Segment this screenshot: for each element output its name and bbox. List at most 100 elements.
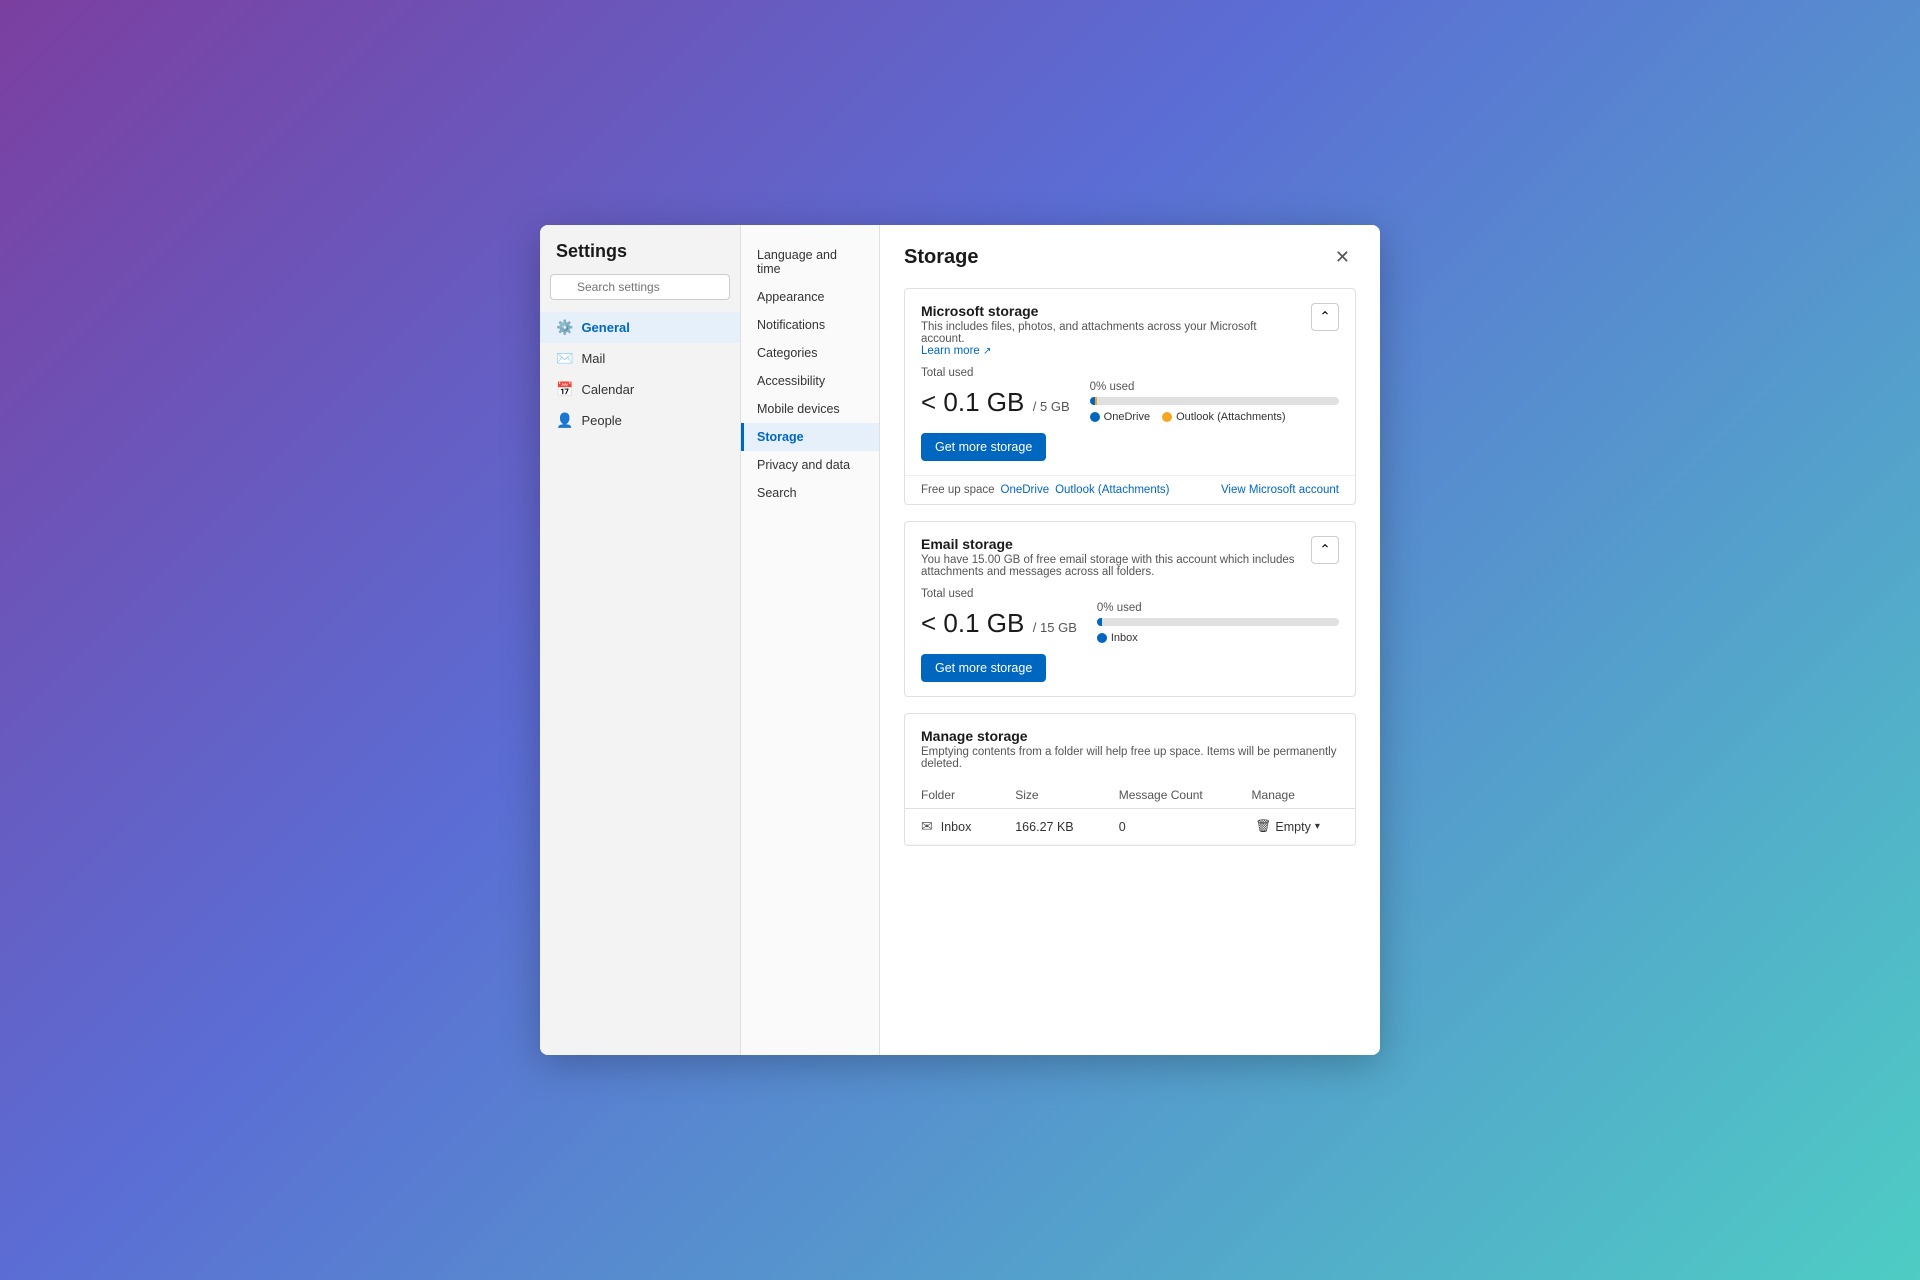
- table-row: ✉ Inbox 166.27 KB 0 🗑 Empty ▾: [905, 809, 1355, 845]
- legend-item-onedrive: OneDrive: [1090, 411, 1150, 423]
- microsoft-storage-body: Total used < 0.1 GB / 5 GB 0% used: [905, 367, 1355, 475]
- legend-ms: OneDrive Outlook (Attachments): [1090, 411, 1339, 423]
- microsoft-storage-title: Microsoft storage: [921, 303, 1303, 319]
- legend-email: Inbox: [1097, 632, 1339, 644]
- progress-bar-ms: [1090, 397, 1339, 405]
- microsoft-storage-section: Microsoft storage This includes files, p…: [904, 288, 1356, 505]
- email-storage-collapse-button[interactable]: ⌃: [1311, 536, 1339, 564]
- chevron-up-icon: ⌃: [1319, 309, 1330, 325]
- storage-of-ms: / 5 GB: [1033, 399, 1070, 414]
- get-more-storage-btn-email[interactable]: Get more storage: [921, 654, 1046, 682]
- total-used-label-ms: Total used: [921, 367, 1339, 379]
- middle-nav-search[interactable]: Search: [741, 479, 879, 507]
- email-storage-header: Email storage You have 15.00 GB of free …: [905, 522, 1355, 588]
- page-title: Storage: [904, 246, 978, 269]
- legend-item-inbox: Inbox: [1097, 632, 1138, 644]
- free-up-onedrive-link[interactable]: OneDrive: [1001, 484, 1050, 496]
- manage-storage-desc: Emptying contents from a folder will hel…: [921, 746, 1339, 770]
- search-box-container: 🔍: [550, 274, 730, 300]
- dropdown-arrow-icon: ▾: [1315, 821, 1320, 832]
- main-content: Storage ✕ Microsoft storage This include…: [880, 225, 1380, 1055]
- storage-amount-row-ms: < 0.1 GB / 5 GB 0% used: [921, 381, 1339, 423]
- settings-title: Settings: [540, 241, 740, 274]
- used-percent-email: 0% used: [1097, 602, 1339, 614]
- email-storage-title: Email storage: [921, 536, 1303, 552]
- middle-nav-notifications[interactable]: Notifications: [741, 311, 879, 339]
- col-header-folder: Folder: [905, 782, 999, 809]
- sidebar-item-mail[interactable]: ✉️ Mail: [540, 343, 740, 374]
- sidebar-item-general[interactable]: ⚙️ General: [540, 312, 740, 343]
- folder-manage-cell: 🗑 Empty ▾: [1236, 809, 1355, 845]
- folder-size: 166.27 KB: [999, 809, 1102, 845]
- col-header-count: Message Count: [1103, 782, 1236, 809]
- sidebar-label-calendar: Calendar: [581, 382, 634, 397]
- inbox-label: Inbox: [1111, 632, 1138, 644]
- microsoft-storage-collapse-button[interactable]: ⌃: [1311, 303, 1339, 331]
- middle-nav-categories[interactable]: Categories: [741, 339, 879, 367]
- sidebar-label-general: General: [581, 320, 629, 335]
- search-input[interactable]: [550, 274, 730, 300]
- middle-nav-appearance[interactable]: Appearance: [741, 283, 879, 311]
- folder-cell: ✉ Inbox: [905, 809, 999, 845]
- inbox-folder-icon: ✉: [921, 818, 933, 835]
- folder-count: 0: [1103, 809, 1236, 845]
- storage-amount-ms: < 0.1 GB / 5 GB: [921, 387, 1070, 418]
- email-storage-body: Total used < 0.1 GB / 15 GB 0% used: [905, 588, 1355, 696]
- microsoft-storage-header: Microsoft storage This includes files, p…: [905, 289, 1355, 367]
- used-percent-ms: 0% used: [1090, 381, 1339, 393]
- chevron-up-icon-email: ⌃: [1319, 542, 1330, 558]
- middle-nav-mobile[interactable]: Mobile devices: [741, 395, 879, 423]
- sidebar-item-calendar[interactable]: 📅 Calendar: [540, 374, 740, 405]
- storage-of-email: / 15 GB: [1033, 620, 1077, 635]
- view-microsoft-account-link[interactable]: View Microsoft account: [1221, 484, 1339, 496]
- settings-window: Settings 🔍 ⚙️ General ✉️ Mail 📅 Calendar…: [540, 225, 1380, 1055]
- empty-folder-button[interactable]: 🗑 Empty ▾: [1252, 817, 1324, 836]
- manage-storage-header: Manage storage Emptying contents from a …: [905, 714, 1355, 782]
- outlook-label: Outlook (Attachments): [1176, 411, 1285, 423]
- folder-name: Inbox: [941, 820, 972, 834]
- empty-label: Empty: [1275, 820, 1310, 834]
- left-panel: Settings 🔍 ⚙️ General ✉️ Mail 📅 Calendar…: [540, 225, 740, 1055]
- trash-icon: 🗑: [1256, 819, 1272, 834]
- manage-storage-title: Manage storage: [921, 728, 1339, 744]
- col-header-manage: Manage: [1236, 782, 1355, 809]
- get-more-storage-btn-ms[interactable]: Get more storage: [921, 433, 1046, 461]
- calendar-icon: 📅: [556, 381, 573, 398]
- middle-nav-storage[interactable]: Storage: [741, 423, 879, 451]
- middle-nav-accessibility[interactable]: Accessibility: [741, 367, 879, 395]
- microsoft-storage-desc: This includes files, photos, and attachm…: [921, 321, 1303, 357]
- progress-col-ms: 0% used OneDrive: [1090, 381, 1339, 423]
- onedrive-label: OneDrive: [1104, 411, 1150, 423]
- inbox-dot: [1097, 633, 1107, 643]
- microsoft-storage-info: Microsoft storage This includes files, p…: [921, 303, 1303, 357]
- storage-amount-row-email: < 0.1 GB / 15 GB 0% used Inbox: [921, 602, 1339, 644]
- sidebar-label-people: People: [581, 413, 621, 428]
- middle-panel: Language and time Appearance Notificatio…: [740, 225, 880, 1055]
- manage-storage-table: Folder Size Message Count Manage ✉ Inbox: [905, 782, 1355, 845]
- storage-amount-value-ms: < 0.1 GB: [921, 387, 1024, 417]
- total-used-label-email: Total used: [921, 588, 1339, 600]
- free-up-outlook-link[interactable]: Outlook (Attachments): [1055, 484, 1169, 496]
- sidebar-label-mail: Mail: [581, 351, 605, 366]
- legend-item-outlook: Outlook (Attachments): [1162, 411, 1285, 423]
- outlook-dot: [1162, 412, 1172, 422]
- email-storage-info: Email storage You have 15.00 GB of free …: [921, 536, 1303, 578]
- gear-icon: ⚙️: [556, 319, 573, 336]
- middle-nav-language[interactable]: Language and time: [741, 241, 879, 283]
- main-header: Storage ✕: [904, 245, 1356, 270]
- onedrive-dot: [1090, 412, 1100, 422]
- progress-bar-email: [1097, 618, 1339, 626]
- manage-storage-section: Manage storage Emptying contents from a …: [904, 713, 1356, 846]
- storage-amount-email: < 0.1 GB / 15 GB: [921, 608, 1077, 639]
- col-header-size: Size: [999, 782, 1102, 809]
- storage-amount-value-email: < 0.1 GB: [921, 608, 1024, 638]
- external-link-icon: ↗: [983, 346, 991, 357]
- email-storage-desc: You have 15.00 GB of free email storage …: [921, 554, 1303, 578]
- mail-icon: ✉️: [556, 350, 573, 367]
- sidebar-item-people[interactable]: 👤 People: [540, 405, 740, 436]
- middle-nav-privacy[interactable]: Privacy and data: [741, 451, 879, 479]
- free-up-label: Free up space: [921, 484, 995, 496]
- email-storage-section: Email storage You have 15.00 GB of free …: [904, 521, 1356, 697]
- learn-more-link[interactable]: Learn more: [921, 345, 980, 357]
- close-button[interactable]: ✕: [1329, 245, 1356, 270]
